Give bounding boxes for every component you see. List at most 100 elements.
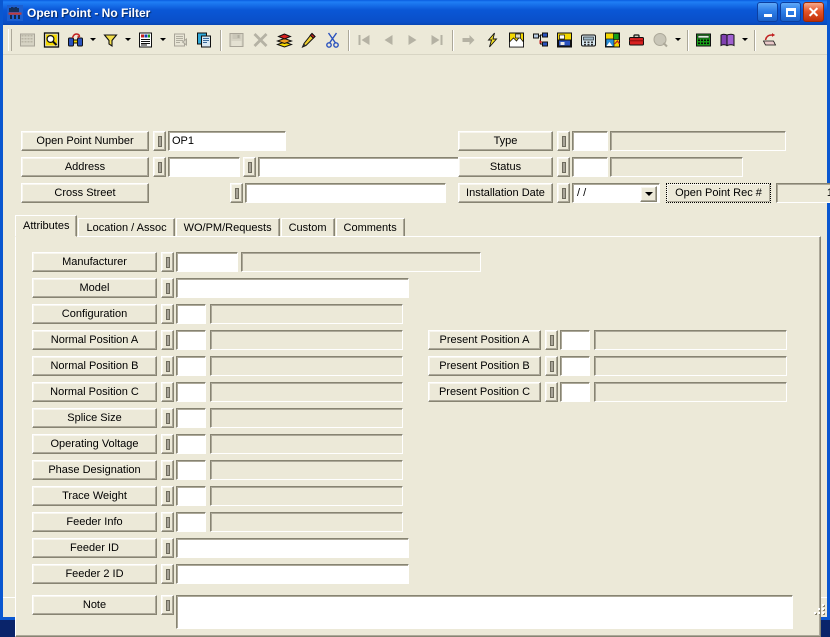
present-position-c-label-button[interactable]: Present Position C xyxy=(428,382,541,402)
help-dropdown-arrow[interactable] xyxy=(672,28,683,51)
toolbar-grip[interactable] xyxy=(8,28,12,51)
exit-door-icon[interactable] xyxy=(758,28,782,51)
trace-weight-label-button[interactable]: Trace Weight xyxy=(32,486,157,506)
normal-position-b-lookup-button[interactable] xyxy=(161,356,174,376)
normal-position-b-label-button[interactable]: Normal Position B xyxy=(32,356,157,376)
feeder-id-label-button[interactable]: Feeder ID xyxy=(32,538,157,558)
note-lookup-button[interactable] xyxy=(161,595,174,615)
configuration-lookup-button[interactable] xyxy=(161,304,174,324)
manufacturer-label-button[interactable]: Manufacturer xyxy=(32,252,157,272)
title-bar[interactable]: Open Point - No Filter xyxy=(3,0,827,25)
report-document-icon[interactable] xyxy=(133,28,157,51)
tab-comments[interactable]: Comments xyxy=(335,218,405,237)
manufacturer-code-input[interactable] xyxy=(176,252,238,272)
cross-street-label-button[interactable]: Cross Street xyxy=(21,183,149,203)
present-position-a-lookup-button[interactable] xyxy=(545,330,558,350)
normal-position-a-lookup-button[interactable] xyxy=(161,330,174,350)
configuration-label-button[interactable]: Configuration xyxy=(32,304,157,324)
add-layers-icon[interactable] xyxy=(272,28,296,51)
present-position-b-label-button[interactable]: Present Position B xyxy=(428,356,541,376)
delete-x-icon[interactable] xyxy=(248,28,272,51)
operating-voltage-lookup-button[interactable] xyxy=(161,434,174,454)
tab-custom[interactable]: Custom xyxy=(280,218,335,237)
filter-dropdown-arrow[interactable] xyxy=(122,28,133,51)
cross-street-input[interactable] xyxy=(245,183,446,203)
toolbox-icon[interactable] xyxy=(624,28,648,51)
present-position-a-code-input[interactable] xyxy=(560,330,590,350)
model-label-button[interactable]: Model xyxy=(32,278,157,298)
open-point-number-lookup-button[interactable] xyxy=(153,131,166,151)
maximize-button[interactable] xyxy=(780,2,801,22)
type-lookup-button[interactable] xyxy=(557,131,570,151)
grid-view-icon[interactable] xyxy=(15,28,39,51)
copy-record-icon[interactable] xyxy=(192,28,216,51)
close-button[interactable] xyxy=(803,2,824,22)
hierarchy-tree-icon[interactable] xyxy=(528,28,552,51)
trace-weight-code-input[interactable] xyxy=(176,486,206,506)
filter-funnel-icon[interactable] xyxy=(98,28,122,51)
present-position-a-label-button[interactable]: Present Position A xyxy=(428,330,541,350)
cross-street-lookup-button[interactable] xyxy=(230,183,243,203)
open-point-icon[interactable] xyxy=(7,4,23,21)
trace-weight-lookup-button[interactable] xyxy=(161,486,174,506)
minimize-button[interactable] xyxy=(757,2,778,22)
address-lookup-button[interactable] xyxy=(153,157,166,177)
feeder-2-id-input[interactable] xyxy=(176,564,409,584)
feeder-info-label-button[interactable]: Feeder Info xyxy=(32,512,157,532)
address-street-lookup-button[interactable] xyxy=(243,157,256,177)
tab-wo-pm-requests[interactable]: WO/PM/Requests xyxy=(175,218,280,237)
note-label-button[interactable]: Note xyxy=(32,595,157,615)
open-point-rec-number-button[interactable]: Open Point Rec # xyxy=(666,183,771,203)
open-point-number-label-button[interactable]: Open Point Number xyxy=(21,131,149,151)
chevron-down-icon[interactable] xyxy=(640,186,657,202)
reference-book-icon[interactable] xyxy=(715,28,739,51)
first-record-icon[interactable] xyxy=(352,28,376,51)
next-record-icon[interactable] xyxy=(400,28,424,51)
normal-position-b-code-input[interactable] xyxy=(176,356,206,376)
splice-size-label-button[interactable]: Splice Size xyxy=(32,408,157,428)
type-label-button[interactable]: Type xyxy=(458,131,553,151)
feeder-2-id-label-button[interactable]: Feeder 2 ID xyxy=(32,564,157,584)
splice-size-code-input[interactable] xyxy=(176,408,206,428)
type-code-input[interactable] xyxy=(572,131,608,151)
cut-scissors-icon[interactable] xyxy=(320,28,344,51)
calculator-icon[interactable] xyxy=(691,28,715,51)
address-street-input[interactable] xyxy=(258,157,459,177)
status-label-button[interactable]: Status xyxy=(458,157,553,177)
open-point-number-input[interactable]: OP1 xyxy=(168,131,286,151)
address-label-button[interactable]: Address xyxy=(21,157,149,177)
present-position-c-lookup-button[interactable] xyxy=(545,382,558,402)
help-query-icon[interactable] xyxy=(648,28,672,51)
present-position-c-code-input[interactable] xyxy=(560,382,590,402)
workorder-icon[interactable] xyxy=(552,28,576,51)
map-view-icon[interactable] xyxy=(504,28,528,51)
tab-location-assoc[interactable]: Location / Assoc xyxy=(78,218,175,237)
binoculars-dropdown-arrow[interactable] xyxy=(87,28,98,51)
splice-size-lookup-button[interactable] xyxy=(161,408,174,428)
book-dropdown-arrow[interactable] xyxy=(739,28,750,51)
manufacturer-lookup-button[interactable] xyxy=(161,252,174,272)
configuration-code-input[interactable] xyxy=(176,304,206,324)
phase-designation-label-button[interactable]: Phase Designation xyxy=(32,460,157,480)
print-preview-icon[interactable] xyxy=(168,28,192,51)
feeder-info-code-input[interactable] xyxy=(176,512,206,532)
normal-position-a-code-input[interactable] xyxy=(176,330,206,350)
installation-date-combo[interactable]: / / xyxy=(572,183,660,203)
lightning-action-icon[interactable] xyxy=(480,28,504,51)
normal-position-c-label-button[interactable]: Normal Position C xyxy=(32,382,157,402)
note-textarea[interactable] xyxy=(176,595,793,629)
phase-designation-lookup-button[interactable] xyxy=(161,460,174,480)
last-record-icon[interactable] xyxy=(424,28,448,51)
feeder-id-input[interactable] xyxy=(176,538,409,558)
previous-record-icon[interactable] xyxy=(376,28,400,51)
feeder-info-lookup-button[interactable] xyxy=(161,512,174,532)
present-position-b-code-input[interactable] xyxy=(560,356,590,376)
goto-record-icon[interactable] xyxy=(456,28,480,51)
resize-grip-icon[interactable] xyxy=(811,600,825,615)
feeder-2-id-lookup-button[interactable] xyxy=(161,564,174,584)
status-lookup-button[interactable] xyxy=(557,157,570,177)
operating-voltage-label-button[interactable]: Operating Voltage xyxy=(32,434,157,454)
binoculars-search-icon[interactable] xyxy=(63,28,87,51)
normal-position-a-label-button[interactable]: Normal Position A xyxy=(32,330,157,350)
normal-position-c-lookup-button[interactable] xyxy=(161,382,174,402)
